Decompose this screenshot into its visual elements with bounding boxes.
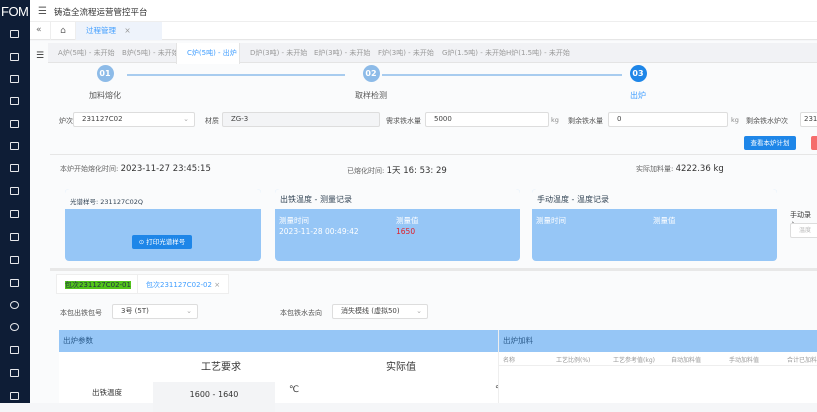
app-title: 铸造全流程运营管控平台 <box>54 8 148 18</box>
remain-input[interactable]: 0 <box>608 112 728 127</box>
tap-temp-card: 出铁温度 - 测量记录 测量时间 测量值 2023-11-28 00:49:42… <box>275 189 520 261</box>
remain-heat-label: 剩余铁水炉次 <box>746 117 788 125</box>
nav-icon-2[interactable] <box>10 53 19 61</box>
chevron-down-icon: ⌄ <box>416 307 422 315</box>
nav-tabs: « ⌂ 过程管理 × <box>30 22 817 40</box>
close-icon[interactable]: × <box>214 281 220 289</box>
furnace-tab-b[interactable]: B炉(5吨) - 未开始 <box>112 43 179 62</box>
sidebar: FOM <box>0 0 30 403</box>
step-line <box>382 74 622 76</box>
main: ☰ A炉(5吨) - 未开始 B炉(5吨) - 未开始 C炉(5吨) - 出炉 … <box>30 41 817 412</box>
demand-label: 需求铁水量 <box>386 117 421 125</box>
clock-icon[interactable] <box>10 301 19 309</box>
additions-panel: 出炉加料 名称 工艺比例(%) 工艺参考值(kg) 自动加料值 手动加料值 合计… <box>498 330 817 403</box>
nav-icon-5[interactable] <box>10 120 19 128</box>
nav-icon-10[interactable] <box>10 233 19 241</box>
nav-icon-3[interactable] <box>10 75 19 83</box>
furnace-tab-c[interactable]: C炉(5吨) - 出炉 <box>176 43 240 64</box>
furnace-tab-a[interactable]: A炉(5吨) - 未开始 <box>48 43 115 62</box>
nav-icon-12[interactable] <box>10 279 19 287</box>
nav-icon-1[interactable] <box>10 30 19 38</box>
nav-icon-11[interactable] <box>10 256 19 264</box>
material-field[interactable]: ZG-3 <box>222 112 380 127</box>
print-spectrum-button[interactable]: ⊙ 打印光谱样号 <box>132 235 192 249</box>
ladle-tab-1[interactable]: 包次231127C02-01 <box>56 274 140 294</box>
close-icon[interactable]: × <box>124 26 130 35</box>
collapse-icon[interactable]: « <box>36 25 42 35</box>
view-plan-button[interactable]: 查看本炉计划 <box>744 136 796 150</box>
nav-icon-15[interactable] <box>10 346 19 354</box>
menu-icon[interactable]: ☰ <box>38 6 47 17</box>
nav-icon-6[interactable] <box>10 142 19 150</box>
home-icon[interactable]: ⌂ <box>50 22 76 40</box>
chevron-down-icon: ⌄ <box>186 307 192 315</box>
furnace-tab-h[interactable]: H炉(1.5吨) - 未开始 <box>496 43 570 62</box>
unit-label: kg <box>551 116 559 124</box>
nav-icon-7[interactable] <box>10 164 19 172</box>
furnace-tabs: A炉(5吨) - 未开始 B炉(5吨) - 未开始 C炉(5吨) - 出炉 D炉… <box>48 43 817 64</box>
nav-icon-8[interactable] <box>10 187 19 195</box>
tab-process-management[interactable]: 过程管理 × <box>76 22 162 40</box>
logo: FOM <box>1 4 29 19</box>
nav-icon-9[interactable] <box>10 210 19 218</box>
remain-heat-input[interactable]: 2311 <box>800 112 817 127</box>
ladle-dest-select[interactable]: 消失模线 (虚拟50) ⌄ <box>332 304 428 319</box>
unit-label: kg <box>731 116 739 124</box>
actual-charge: 实际加料量: 4222.36 kg <box>636 164 724 174</box>
furnace-tab-d[interactable]: D炉(3吨) - 未开始 <box>240 43 307 62</box>
ladle-tab-2[interactable]: 包次231127C02-02 × <box>137 274 230 294</box>
header: ☰ 铸造全流程运营管控平台 <box>30 0 817 22</box>
step-3: 03 出炉 <box>608 65 668 101</box>
elapsed-time: 已熔化时间: 1天 16: 53: 29 <box>347 166 447 176</box>
spectrum-card: 光谱样号: 231127C02Q ⊙ 打印光谱样号 <box>65 189 261 261</box>
material-label: 材质 <box>205 117 219 125</box>
furnace-tab-g[interactable]: G炉(1.5吨) - 未开始 <box>432 43 506 62</box>
step-2: 02 取样检测 <box>341 65 401 101</box>
ladle-dest-label: 本包铁水去向 <box>280 309 322 317</box>
refresh-icon[interactable] <box>10 323 19 331</box>
red-action-button[interactable]: 暂 <box>811 136 817 150</box>
ladle-no-label: 本包出铁包号 <box>60 309 102 317</box>
furnace-tab-e[interactable]: E炉(3吨) - 未开始 <box>304 43 370 62</box>
nav-icon-17[interactable] <box>10 392 19 400</box>
divider <box>50 268 817 271</box>
start-time: 本炉开始熔化时间: 2023-11-27 23:45:15 <box>60 164 211 174</box>
chevron-down-icon: ⌄ <box>183 115 189 123</box>
heat-no-select[interactable]: 231127C02 ⌄ <box>73 112 195 127</box>
step-1: 01 加料熔化 <box>75 65 135 101</box>
list-icon[interactable]: ☰ <box>36 51 44 61</box>
furnace-tab-f[interactable]: F炉(3吨) - 未开始 <box>368 43 434 62</box>
manual-temp-input[interactable]: 温度 <box>790 223 817 238</box>
nav-icon-4[interactable] <box>10 97 19 105</box>
demand-input[interactable]: 5000 <box>425 112 549 127</box>
additions-table-header: 名称 工艺比例(%) 工艺参考值(kg) 自动加料值 手动加料值 合计已加料值 <box>499 352 817 366</box>
manual-temp-card: 手动温度 - 温度记录 测量时间 测量值 <box>532 189 777 261</box>
remain-label: 剩余铁水量 <box>568 117 603 125</box>
divider <box>50 154 817 155</box>
ladle-no-select[interactable]: 3号 (5T) ⌄ <box>112 304 198 319</box>
step-line <box>127 74 345 76</box>
params-panel: 出炉参数 工艺要求 实际值 出铁温度 1600 - 1640 ℃ ℃ <box>59 330 505 412</box>
nav-icon-16[interactable] <box>10 369 19 377</box>
